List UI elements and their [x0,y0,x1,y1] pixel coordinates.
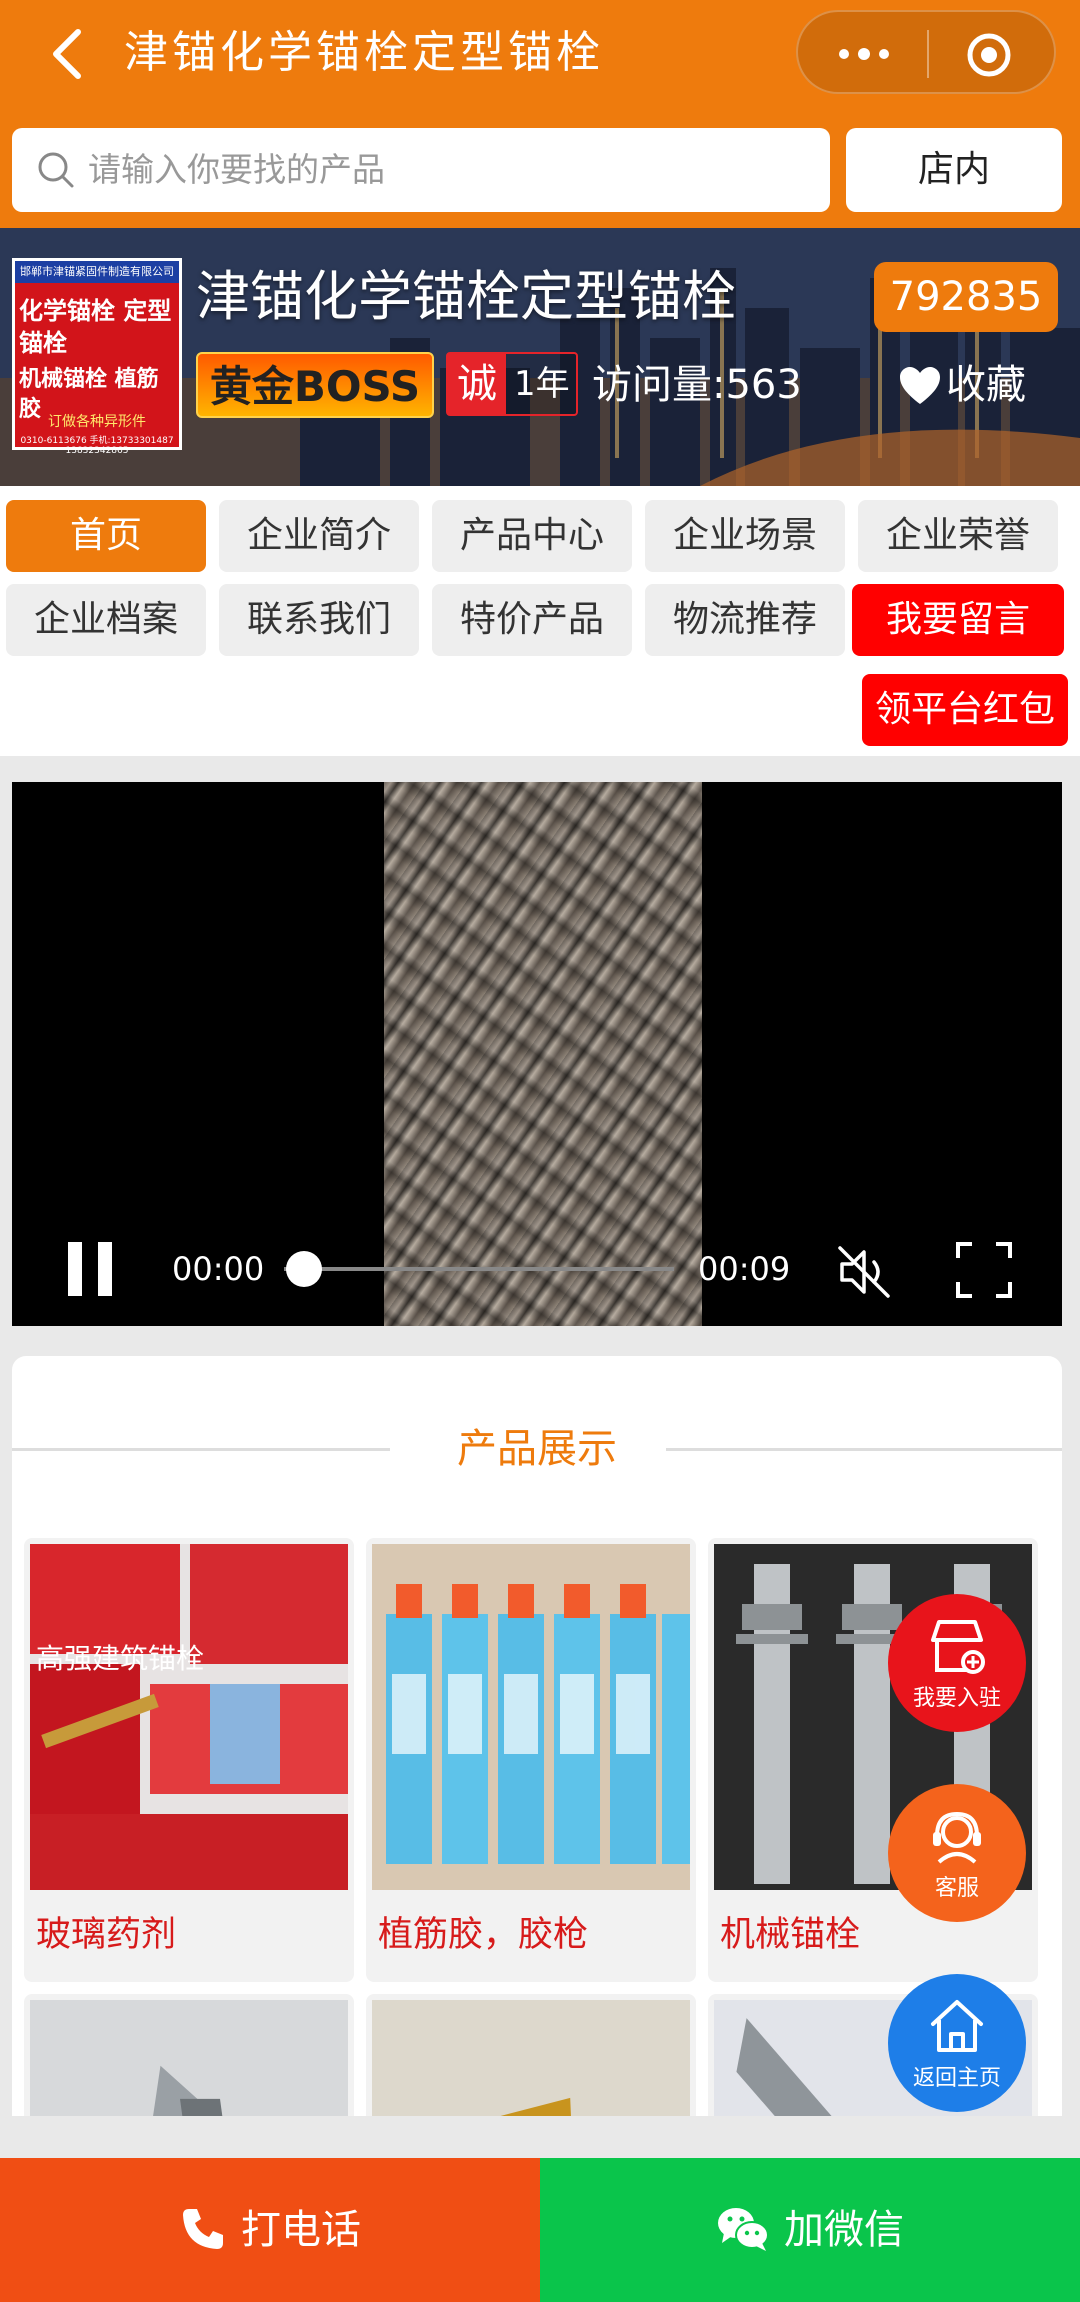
product-name: 植筋胶，胶枪 [378,1915,589,1955]
nav-special-products[interactable]: 特价产品 [432,584,632,656]
store-plus-icon [931,1620,985,1674]
mini-program-capsule [796,10,1056,94]
product-name: 机械锚栓 [720,1915,861,1955]
current-time: 00:00 [172,1250,265,1288]
capsule-divider [927,30,929,78]
credit-char: 诚 [448,354,506,414]
logo-line-3: 订做各种异形件 [48,414,146,430]
customer-service-button[interactable]: 客服 [888,1784,1026,1922]
nav-leave-message[interactable]: 我要留言 [852,584,1064,656]
pause-bar-left [68,1242,82,1296]
nav-company-scenes[interactable]: 企业场景 [645,500,845,572]
nav-home[interactable]: 首页 [6,500,206,572]
logo-phone-line: 0310-6113676 手机:13733301487 13832342865 [20,436,174,456]
product-card[interactable]: 植筋胶，胶枪 [366,1538,696,1982]
product-card[interactable] [366,1994,696,2116]
shop-banner: 邯郸市津锚紧固件制造有限公司 化学锚栓 定型锚栓 机械锚栓 植筋胶 订做各种异形… [0,228,1080,486]
favorite-label: 收藏 [946,362,1026,408]
home-button[interactable]: 返回主页 [888,1974,1026,2112]
heart-icon [900,367,940,404]
shop-logo: 邯郸市津锚紧固件制造有限公司 化学锚栓 定型锚栓 机械锚栓 植筋胶 订做各种异形… [12,258,182,456]
search-icon [38,152,74,188]
title-divider-right [666,1448,1062,1451]
page-title: 津锚化学锚栓定型锚栓 [124,27,604,78]
shop-id-badge: 792835 [874,262,1058,332]
home-icon [931,2000,983,2052]
top-header: 津锚化学锚栓定型锚栓 请输入你要找的产品 店内 [0,0,1080,228]
search-placeholder: 请输入你要找的产品 [88,150,385,189]
back-arrow-icon[interactable] [40,24,100,84]
progress-track[interactable] [284,1267,674,1271]
search-input[interactable]: 请输入你要找的产品 [12,128,830,212]
progress-knob[interactable] [285,1251,322,1287]
pause-icon[interactable] [68,1242,114,1296]
nav-red-packet[interactable]: 领平台红包 [862,674,1068,746]
section-title: 产品展示 [457,1426,617,1472]
fullscreen-icon[interactable] [956,1242,1012,1298]
nav-company-intro[interactable]: 企业简介 [219,500,419,572]
nav-company-honors[interactable]: 企业荣誉 [858,500,1058,572]
nav-logistics[interactable]: 物流推荐 [645,584,845,656]
credit-years: 1年 [514,364,570,404]
mute-icon[interactable] [834,1242,894,1302]
in-store-search-button[interactable]: 店内 [846,128,1062,212]
home-label: 返回主页 [912,2066,1001,2091]
shop-nav: 首页 企业简介 产品中心 企业场景 企业荣誉 企业档案 联系我们 特价产品 物流… [0,486,1080,756]
duration: 00:09 [698,1250,791,1288]
call-label: 打电话 [241,2207,361,2253]
customer-service-label: 客服 [934,1876,979,1901]
credit-years-badge: 诚 1年 [446,352,578,416]
visit-count: 访问量:563 [592,362,802,408]
bottom-action-bar: 打电话 加微信 [0,2158,1080,2302]
join-label: 我要入驻 [912,1686,1001,1711]
product-image [372,2000,690,2116]
logo-company-name: 邯郸市津锚紧固件制造有限公司 [15,261,179,283]
product-card[interactable]: 高强建筑锚栓 玻璃药剂 [24,1538,354,1982]
product-image [30,2000,348,2116]
headset-icon [933,1811,981,1864]
product-image: 高强建筑锚栓 [30,1544,348,1890]
nav-product-center[interactable]: 产品中心 [432,500,632,572]
svg-text:高强建筑锚栓: 高强建筑锚栓 [36,1642,204,1675]
product-card[interactable] [24,1994,354,2116]
level-badge: 黄金BOSS [196,352,434,418]
wechat-label: 加微信 [784,2207,904,2253]
video-controls: 00:00 00:09 [12,1212,1062,1312]
nav-company-profile[interactable]: 企业档案 [6,584,206,656]
join-button[interactable]: 我要入驻 [888,1594,1026,1732]
pause-bar-right [98,1242,112,1296]
favorite-button[interactable]: 收藏 [898,352,1026,418]
close-target-icon[interactable] [966,32,1012,78]
nav-contact-us[interactable]: 联系我们 [219,584,419,656]
product-name: 玻璃药剂 [36,1915,177,1955]
product-image [372,1544,690,1890]
more-dots-icon[interactable] [834,42,894,66]
wechat-icon [718,2208,769,2251]
phone-icon [183,2209,223,2249]
video-player[interactable]: 00:00 00:09 [12,782,1062,1326]
call-button[interactable]: 打电话 [0,2158,540,2302]
wechat-button[interactable]: 加微信 [540,2158,1080,2302]
logo-line-1: 化学锚栓 定型锚栓 [19,297,172,357]
shop-name: 津锚化学锚栓定型锚栓 [196,265,736,328]
